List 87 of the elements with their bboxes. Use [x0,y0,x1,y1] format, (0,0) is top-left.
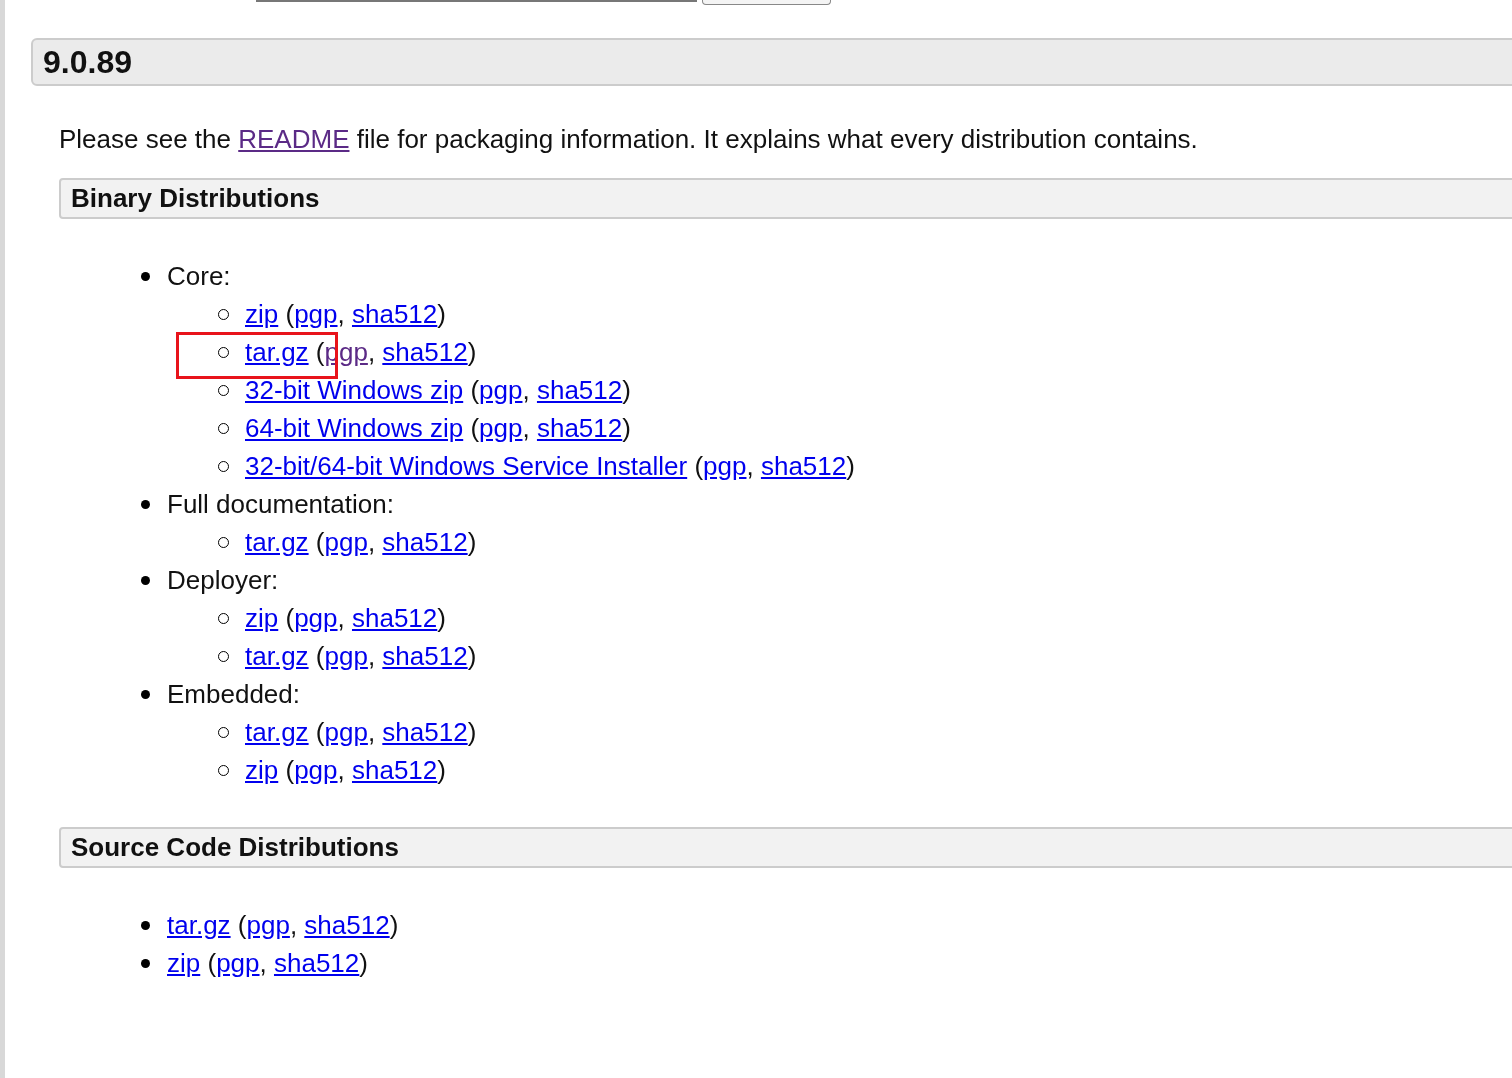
download-link[interactable]: zip [245,294,279,334]
version-title: 9.0.89 [43,43,132,82]
download-link[interactable]: pgp [324,636,368,676]
download-link[interactable]: sha512 [382,522,468,562]
punctuation: , [367,715,377,749]
download-link[interactable]: sha512 [304,905,390,945]
punctuation: , [522,373,531,407]
punctuation: ( [469,373,480,407]
punctuation: , [337,297,346,331]
punctuation: ) [467,335,477,369]
bullet-icon [141,958,150,968]
punctuation: , [367,525,377,559]
punctuation: , [746,449,755,483]
download-link[interactable]: pgp [294,598,338,638]
section-title: Binary Distributions [71,182,320,215]
download-link[interactable]: pgp [216,943,260,983]
download-link[interactable]: pgp [324,522,368,562]
punctuation: ( [469,411,480,445]
download-link[interactable]: sha512 [382,712,468,752]
punctuation: ) [437,753,446,787]
category-label: Deployer: [167,563,279,597]
intro-text: Please see the README file for packaging information. It explains what every distribution contains. [59,123,1199,156]
download-link[interactable]: tar.gz [245,522,309,562]
punctuation: ) [622,411,631,445]
download-link[interactable]: pgp [294,750,338,790]
punctuation: ( [314,715,325,749]
punctuation: ( [693,449,704,483]
punctuation: ) [437,297,446,331]
category-label: Core: [167,259,231,293]
download-link[interactable]: sha512 [274,943,360,983]
punctuation: ) [359,946,368,980]
download-link[interactable]: 32-bit/64-bit Windows Service Installer [245,446,688,486]
punctuation: , [259,946,268,980]
punctuation: ( [284,753,295,787]
button[interactable] [702,0,831,5]
punctuation: ) [622,373,631,407]
punctuation: ( [236,908,247,942]
download-link[interactable]: tar.gz [167,905,231,945]
bullet-icon [141,920,150,930]
punctuation: , [337,753,346,787]
punctuation: ) [437,601,446,635]
download-link[interactable]: pgp [246,905,290,945]
download-link[interactable]: pgp [324,712,368,752]
bullet-icon [141,575,150,585]
punctuation: ( [284,601,295,635]
download-link[interactable]: sha512 [382,332,468,372]
category-label: Embedded: [167,677,300,711]
bullet-icon [141,271,150,281]
punctuation: ( [206,946,217,980]
download-link[interactable]: 64-bit Windows zip [245,408,464,448]
download-link[interactable]: sha512 [760,446,847,486]
download-link[interactable]: sha512 [352,750,438,790]
punctuation: ( [314,639,325,673]
download-link[interactable]: sha512 [536,408,623,448]
download-link[interactable]: pgp [703,446,747,486]
punctuation: , [367,639,377,673]
bullet-icon [141,689,150,699]
punctuation: ) [467,715,477,749]
punctuation: ) [846,449,855,483]
download-link[interactable]: tar.gz [245,712,309,752]
download-link[interactable]: zip [245,598,279,638]
section-title: Source Code Distributions [71,831,399,864]
download-link[interactable]: sha512 [352,294,438,334]
punctuation: ) [467,639,477,673]
bullet-icon [141,499,150,509]
download-link[interactable]: sha512 [352,598,438,638]
punctuation: , [522,411,531,445]
punctuation: ) [389,908,399,942]
category-label: Full documentation: [167,487,394,521]
download-link[interactable]: pgp [479,370,523,410]
punctuation: ( [284,297,295,331]
punctuation: , [289,908,299,942]
download-link[interactable]: sha512 [536,370,623,410]
punctuation: , [337,601,346,635]
punctuation: ) [467,525,477,559]
download-link[interactable]: zip [167,943,201,983]
download-link[interactable]: tar.gz [245,636,309,676]
download-link[interactable]: tar.gz [245,332,309,372]
download-link[interactable]: zip [245,750,279,790]
download-link[interactable]: sha512 [382,636,468,676]
punctuation: , [367,335,377,369]
punctuation: ( [314,525,325,559]
download-link[interactable]: 32-bit Windows zip [245,370,464,410]
download-link[interactable]: pgp [479,408,523,448]
download-link[interactable]: README [238,124,350,154]
punctuation: ( [314,335,325,369]
download-link[interactable]: pgp [294,294,338,334]
